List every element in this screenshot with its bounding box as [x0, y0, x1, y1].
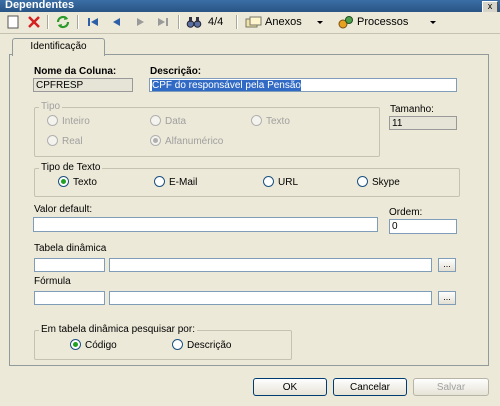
radio-label: Skype — [372, 177, 400, 189]
tabela-dinamica-description-input[interactable] — [109, 258, 432, 272]
radio-label: Data — [165, 116, 187, 128]
radio-texto[interactable]: Texto — [58, 176, 97, 189]
title-bar: Dependentes x — [0, 0, 500, 13]
radio-descricao[interactable]: Descrição — [172, 339, 232, 352]
formula-code-input[interactable] — [34, 291, 105, 305]
radio-real[interactable]: Real — [47, 135, 83, 148]
radio-label: Descrição — [187, 340, 232, 352]
tamanho-field: 11 — [389, 116, 457, 130]
radio-label: Inteiro — [62, 116, 90, 128]
first-record-icon[interactable] — [86, 14, 100, 30]
toolbar: 4/4 Anexos Processos — [0, 12, 500, 34]
radio-dot — [251, 115, 262, 126]
processos-icon[interactable] — [337, 14, 355, 30]
ordem-input[interactable]: 0 — [389, 219, 457, 234]
radio-label: E-Mail — [169, 177, 198, 189]
toolbar-separator — [77, 15, 79, 29]
radio-texto-tipo[interactable]: Texto — [251, 115, 290, 128]
radio-label: Texto — [73, 177, 97, 189]
window-title: Dependentes — [5, 0, 75, 11]
radio-label: URL — [278, 177, 299, 189]
radio-label: Código — [85, 340, 117, 352]
tab-identificacao[interactable]: Identificação — [12, 38, 105, 56]
next-record-icon[interactable] — [134, 14, 146, 30]
radio-dot — [357, 176, 368, 187]
tipo-group: Tipo — [34, 101, 380, 157]
radio-skype[interactable]: Skype — [357, 176, 400, 189]
toolbar-separator — [47, 15, 49, 29]
tabela-dinamica-lookup-button[interactable]: ... — [438, 258, 456, 272]
radio-alfanumerico[interactable]: Alfanumérico — [150, 135, 224, 148]
radio-url[interactable]: URL — [263, 176, 299, 189]
processos-dropdown-icon[interactable] — [429, 14, 437, 30]
formula-description-input[interactable] — [109, 291, 432, 305]
radio-dot — [58, 176, 69, 187]
tipo-texto-legend: Tipo de Texto — [39, 162, 103, 173]
tabela-dinamica-label: Tabela dinâmica — [34, 243, 107, 254]
last-record-icon[interactable] — [156, 14, 170, 30]
radio-email[interactable]: E-Mail — [154, 176, 198, 189]
description-field[interactable]: CPF do responsável pela Pensão — [149, 78, 457, 92]
toolbar-separator — [178, 15, 180, 29]
radio-dot — [172, 339, 183, 350]
new-record-icon[interactable] — [6, 14, 20, 30]
toolbar-separator — [236, 15, 238, 29]
valor-default-label: Valor default: — [34, 204, 93, 215]
record-counter: 4/4 — [208, 16, 224, 28]
radio-dot — [70, 339, 81, 350]
radio-dot — [154, 176, 165, 187]
valor-default-input[interactable] — [33, 217, 378, 232]
processos-menu[interactable]: Processos — [357, 14, 408, 30]
attachment-icon[interactable] — [245, 14, 263, 30]
column-name-label: Nome da Coluna: — [34, 66, 117, 77]
radio-label: Texto — [266, 116, 290, 128]
save-button[interactable]: Salvar — [413, 378, 489, 396]
radio-dot — [150, 115, 161, 126]
binoculars-icon[interactable] — [186, 14, 202, 30]
radio-dot — [150, 135, 161, 146]
ok-button[interactable]: OK — [253, 378, 327, 396]
tabela-dinamica-code-input[interactable] — [34, 258, 105, 272]
column-name-field: CPFRESP — [33, 78, 133, 92]
radio-dot — [47, 135, 58, 146]
radio-dot — [47, 115, 58, 126]
radio-dot — [263, 176, 274, 187]
radio-label: Real — [62, 136, 83, 148]
cancel-button[interactable]: Cancelar — [333, 378, 407, 396]
formula-label: Fórmula — [34, 276, 71, 287]
radio-data[interactable]: Data — [150, 115, 187, 128]
formula-lookup-button[interactable]: ... — [438, 291, 456, 305]
delete-record-icon[interactable] — [27, 14, 41, 30]
tamanho-label: Tamanho: — [390, 104, 434, 115]
ordem-label: Ordem: — [389, 207, 423, 218]
radio-inteiro[interactable]: Inteiro — [47, 115, 90, 128]
tipo-legend: Tipo — [39, 101, 63, 112]
refresh-icon[interactable] — [55, 14, 71, 30]
anexos-dropdown-icon[interactable] — [316, 14, 324, 30]
description-label: Descrição: — [150, 66, 202, 77]
description-value: CPF do responsável pela Pensão — [152, 80, 301, 91]
previous-record-icon[interactable] — [110, 14, 122, 30]
radio-codigo[interactable]: Código — [70, 339, 117, 352]
anexos-menu[interactable]: Anexos — [265, 14, 302, 30]
radio-label: Alfanumérico — [165, 136, 224, 148]
pesquisar-legend: Em tabela dinâmica pesquisar por: — [39, 324, 197, 335]
